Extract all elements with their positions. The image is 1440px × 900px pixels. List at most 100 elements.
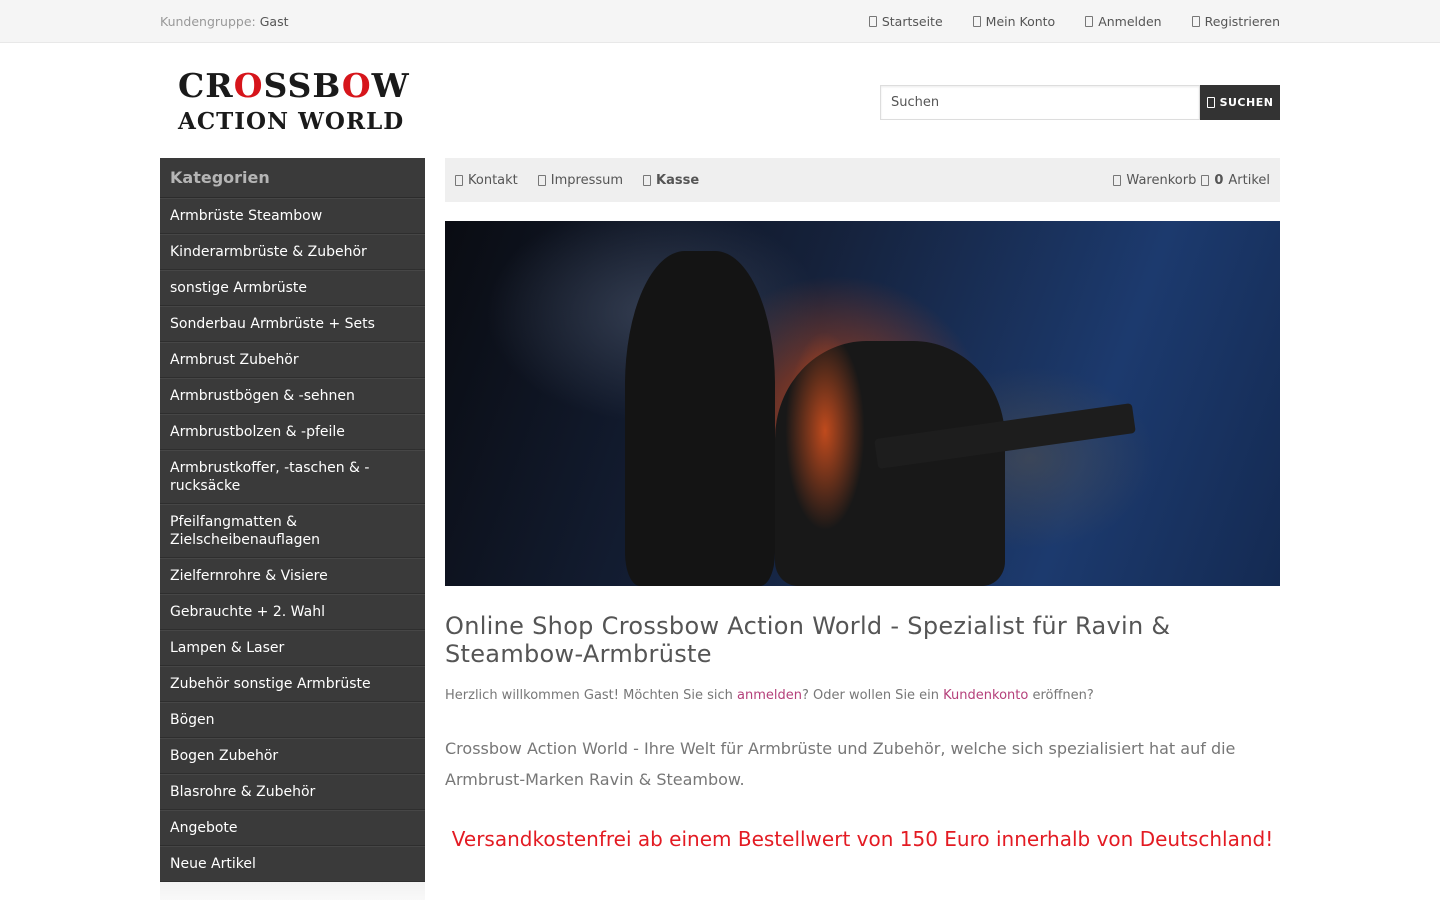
category-box: Kategorien Armbrüste Steambow Kinderarmb…	[160, 158, 425, 882]
category-link[interactable]: Armbrust Zubehör	[160, 343, 425, 377]
welcome-prefix: Herzlich willkommen Gast! Möchten Sie si…	[445, 688, 738, 703]
category-item: sonstige Armbrüste	[160, 270, 425, 306]
logo[interactable]: CROSSBOW ACTION WORLD	[178, 66, 410, 135]
lock-icon	[1085, 16, 1094, 27]
category-link[interactable]: Zubehör sonstige Armbrüste	[160, 667, 425, 701]
category-link[interactable]: Neue Artikel	[160, 847, 425, 881]
category-link[interactable]: Lampen & Laser	[160, 631, 425, 665]
category-item: Armbrüste Steambow	[160, 198, 425, 234]
create-account-link[interactable]: Kundenkonto	[943, 688, 1028, 703]
info-icon	[537, 174, 546, 186]
category-link[interactable]: Armbrustkoffer, -taschen & -rucksäcke	[160, 451, 425, 503]
logo-text-o2: O	[341, 66, 372, 105]
category-item: Armbrustbolzen & -pfeile	[160, 414, 425, 450]
sub-nav: Kontakt Impressum Kasse Warenkorb 0 Arti…	[445, 158, 1280, 202]
nav-kontakt-label: Kontakt	[468, 172, 518, 188]
category-link[interactable]: Kinderarmbrüste & Zubehör	[160, 235, 425, 269]
logo-line1: CROSSBOW	[178, 66, 410, 105]
category-item: Pfeilfangmatten & Zielscheibenauflagen	[160, 504, 425, 558]
search-button-label: SUCHEN	[1219, 96, 1274, 109]
sidebar: Kategorien Armbrüste Steambow Kinderarmb…	[160, 158, 425, 900]
home-icon	[868, 16, 877, 27]
category-item: Blasrohre & Zubehör	[160, 774, 425, 810]
cart-link[interactable]: Warenkorb 0 Artikel	[1113, 173, 1270, 188]
nav-mein-konto[interactable]: Mein Konto	[972, 14, 1056, 29]
nav-anmelden[interactable]: Anmelden	[1085, 14, 1162, 29]
customer-group-value: Gast	[259, 14, 289, 29]
cart-items-label: Artikel	[1228, 172, 1270, 188]
hero-figure-man	[625, 251, 775, 586]
logo-text-a: CR	[178, 66, 234, 105]
category-item: Neue Artikel	[160, 846, 425, 882]
category-item: Armbrustbögen & -sehnen	[160, 378, 425, 414]
welcome-text: Herzlich willkommen Gast! Möchten Sie si…	[445, 688, 1280, 703]
category-item: Angebote	[160, 810, 425, 846]
category-item: Armbrustkoffer, -taschen & -rucksäcke	[160, 450, 425, 504]
welcome-middle: ? Oder wollen Sie ein	[802, 688, 944, 703]
mail-icon	[455, 174, 463, 186]
nav-kasse-label: Kasse	[656, 172, 700, 188]
category-link[interactable]: sonstige Armbrüste	[160, 271, 425, 305]
logo-text-b: SSB	[263, 66, 342, 105]
category-link[interactable]: Armbrustbolzen & -pfeile	[160, 415, 425, 449]
category-link[interactable]: Bögen	[160, 703, 425, 737]
nav-kontakt[interactable]: Kontakt	[455, 173, 518, 188]
search-form: SUCHEN	[880, 85, 1280, 120]
login-link[interactable]: anmelden	[737, 688, 802, 703]
nav-kasse[interactable]: Kasse	[643, 173, 699, 188]
nav-startseite[interactable]: Startseite	[868, 14, 943, 29]
cart-icon	[1113, 174, 1122, 186]
user-icon	[972, 16, 981, 27]
category-item: Bögen	[160, 702, 425, 738]
category-list: Armbrüste Steambow Kinderarmbrüste & Zub…	[160, 198, 425, 882]
hero-image	[445, 221, 1280, 586]
nav-registrieren[interactable]: Registrieren	[1191, 14, 1280, 29]
category-link[interactable]: Sonderbau Armbrüste + Sets	[160, 307, 425, 341]
intro-text: Crossbow Action World - Ihre Welt für Ar…	[445, 739, 1236, 789]
customer-group-label: Kundengruppe:	[160, 14, 256, 29]
logo-text-o1: O	[233, 66, 264, 105]
category-link[interactable]: Bogen Zubehör	[160, 739, 425, 773]
checkout-icon	[643, 174, 652, 186]
nav-anmelden-label: Anmelden	[1098, 14, 1162, 29]
nav-registrieren-label: Registrieren	[1204, 14, 1280, 29]
nav-mein-konto-label: Mein Konto	[985, 14, 1056, 29]
category-item: Armbrust Zubehör	[160, 342, 425, 378]
category-link[interactable]: Gebrauchte + 2. Wahl	[160, 595, 425, 629]
sidebar-shadow	[160, 882, 425, 900]
category-link[interactable]: Angebote	[160, 811, 425, 845]
category-item: Bogen Zubehör	[160, 738, 425, 774]
category-title: Kategorien	[160, 158, 425, 198]
nav-startseite-label: Startseite	[881, 14, 943, 29]
content: Kontakt Impressum Kasse Warenkorb 0 Arti…	[445, 158, 1280, 900]
cart-items-icon	[1201, 174, 1210, 186]
top-nav: Startseite Mein Konto Anmelden Registrie…	[868, 14, 1280, 29]
top-bar: Kundengruppe: Gast Startseite Mein Konto…	[0, 0, 1440, 43]
shipping-notice: Versandkostenfrei ab einem Bestellwert v…	[451, 827, 1274, 851]
logo-line2: ACTION WORLD	[178, 108, 405, 135]
page-title: Online Shop Crossbow Action World - Spez…	[445, 612, 1171, 668]
category-link[interactable]: Armbrüste Steambow	[160, 199, 425, 233]
search-input[interactable]	[880, 85, 1200, 120]
customer-group: Kundengruppe: Gast	[160, 14, 288, 29]
category-item: Kinderarmbrüste & Zubehör	[160, 234, 425, 270]
cart-count: 0	[1214, 172, 1224, 188]
category-link[interactable]: Armbrustbögen & -sehnen	[160, 379, 425, 413]
nav-impressum-label: Impressum	[550, 172, 624, 188]
search-icon	[1206, 97, 1215, 108]
category-item: Zubehör sonstige Armbrüste	[160, 666, 425, 702]
cart-label: Warenkorb	[1126, 172, 1197, 188]
register-icon	[1191, 16, 1200, 27]
nav-impressum[interactable]: Impressum	[537, 172, 624, 188]
category-link[interactable]: Zielfernrohre & Visiere	[160, 559, 425, 593]
category-item: Zielfernrohre & Visiere	[160, 558, 425, 594]
category-item: Gebrauchte + 2. Wahl	[160, 594, 425, 630]
welcome-suffix: eröffnen?	[1028, 688, 1094, 703]
search-button[interactable]: SUCHEN	[1200, 85, 1280, 120]
logo-text-c: W	[371, 66, 410, 105]
header: CROSSBOW ACTION WORLD SUCHEN	[160, 43, 1280, 158]
category-link[interactable]: Blasrohre & Zubehör	[160, 775, 425, 809]
category-item: Sonderbau Armbrüste + Sets	[160, 306, 425, 342]
category-link[interactable]: Pfeilfangmatten & Zielscheibenauflagen	[160, 505, 425, 557]
category-item: Lampen & Laser	[160, 630, 425, 666]
